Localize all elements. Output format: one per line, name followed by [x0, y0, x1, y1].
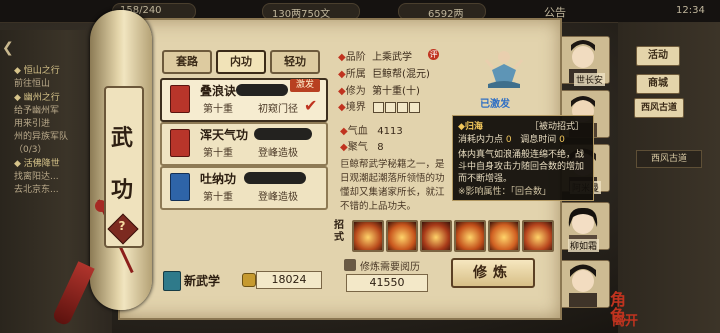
scroll-title-char: 功	[110, 178, 133, 203]
party-portrait[interactable]	[556, 260, 610, 308]
redacted-overlay	[236, 84, 288, 96]
location-label[interactable]: 西风古道	[636, 150, 702, 168]
redacted-overlay	[244, 172, 306, 184]
skill-book-icon	[170, 85, 190, 113]
skill-name: 吐纳功	[200, 172, 237, 186]
quest-desc: 去北京东...	[14, 185, 59, 195]
clock: 12:34	[676, 5, 705, 16]
activated-label: 已激发	[480, 99, 510, 110]
skill-tier: 第十重	[203, 148, 233, 159]
quest-desc: 给予幽州军	[14, 106, 60, 116]
collapse-arrow-icon[interactable]: ❮	[2, 40, 14, 56]
help-label: ?	[118, 219, 126, 233]
hp-row: ◆气血 4113	[340, 126, 403, 137]
location-button[interactable]: 西风古道	[634, 98, 684, 118]
new-skill-book-icon[interactable]	[163, 271, 181, 291]
tab-inner-skill[interactable]: 内功	[216, 50, 266, 74]
tooltip-desc: 而不断增强。	[458, 174, 513, 184]
activity-button[interactable]: 活动	[636, 46, 680, 66]
quest-desc: 找离阳达...	[14, 172, 59, 182]
skill-tier: 第十重	[203, 104, 233, 115]
grade-row: ◆品阶 上乘武学	[338, 52, 413, 63]
phoenix-fire-icon[interactable]	[522, 220, 554, 252]
skill-description: 懂却又集诸家所长，就江	[340, 187, 445, 198]
quest-title[interactable]: ◆ 幽州之行	[14, 90, 60, 103]
moves-label: 招式	[334, 220, 344, 243]
skill-rank: 登峰造极	[258, 148, 298, 159]
cost-value: 41550	[346, 274, 428, 292]
skill-book-icon	[170, 173, 190, 201]
right-menu-panel	[618, 22, 720, 333]
quest-desc: 用来引进	[14, 119, 51, 129]
blaze-wave-icon[interactable]	[454, 220, 486, 252]
skill-tier: 第十重	[203, 192, 233, 203]
quest-desc: 前往恒山	[14, 79, 51, 89]
portrait-face-icon	[557, 261, 609, 307]
skill-description: 不错的上品功夫。	[340, 201, 417, 212]
skill-name: 浑天气功	[200, 128, 249, 142]
check-icon: ✔	[304, 96, 318, 115]
party-member-name: 柳如霜	[568, 239, 600, 252]
activated-badge: 激发	[290, 79, 320, 92]
scroll-title-char: 武	[110, 126, 133, 151]
flame-strike-icon[interactable]	[352, 220, 384, 252]
learn-new-skill-button[interactable]: 新武学	[184, 272, 220, 289]
meditating-figure-icon	[484, 48, 524, 90]
skill-book-icon	[170, 129, 190, 157]
cultivation-row: ◆修为 第十重(十)	[338, 86, 420, 97]
experience-icon	[344, 259, 356, 271]
skill-description: 日观潮起潮落所领悟的功	[340, 173, 445, 184]
quest-title[interactable]: ◆ 活佛降世	[14, 156, 60, 169]
coin-value: 18024	[256, 271, 322, 289]
inferno-icon[interactable]	[488, 220, 520, 252]
redacted-overlay	[254, 128, 312, 140]
grade-badge: 评	[428, 49, 439, 60]
train-button[interactable]: 修炼	[451, 258, 535, 288]
skill-name: 叠浪诀	[200, 84, 237, 98]
shop-button[interactable]: 商城	[636, 74, 680, 94]
tab-routines[interactable]: 套路	[162, 50, 212, 74]
tab-lightness-skill[interactable]: 轻功	[270, 50, 320, 74]
skill-description: 巨鲸帮武学秘籍之一，是	[340, 159, 445, 170]
owner-row: ◆所属 巨鲸帮(混元)	[338, 69, 430, 80]
realm-row: ◆境界	[338, 98, 421, 113]
tooltip-cost-row: 消耗内力点 0 调息时间 0	[458, 135, 565, 145]
fire-burst-icon[interactable]	[386, 220, 418, 252]
tooltip-type: ［被动招式］	[530, 122, 585, 132]
quest-title[interactable]: ◆ 恒山之行	[14, 63, 60, 76]
ember-palm-icon[interactable]	[420, 220, 452, 252]
quest-desc: （0/3）	[14, 145, 47, 155]
focus-row: ◆聚气 8	[340, 142, 384, 153]
tooltip-title: ◆归海	[458, 122, 483, 132]
coin-icon	[242, 273, 256, 287]
leave-button[interactable]: 离开	[612, 310, 638, 329]
skill-rank: 初窥门径	[258, 104, 298, 115]
skill-rank: 登峰造极	[258, 192, 298, 203]
quest-desc: 州的异族军队	[14, 132, 69, 142]
tooltip-affect: ※影响属性：「回合数」	[458, 187, 552, 197]
cost-label: 修炼需要阅历	[360, 262, 420, 273]
party-member-name: 世长安	[574, 73, 606, 86]
